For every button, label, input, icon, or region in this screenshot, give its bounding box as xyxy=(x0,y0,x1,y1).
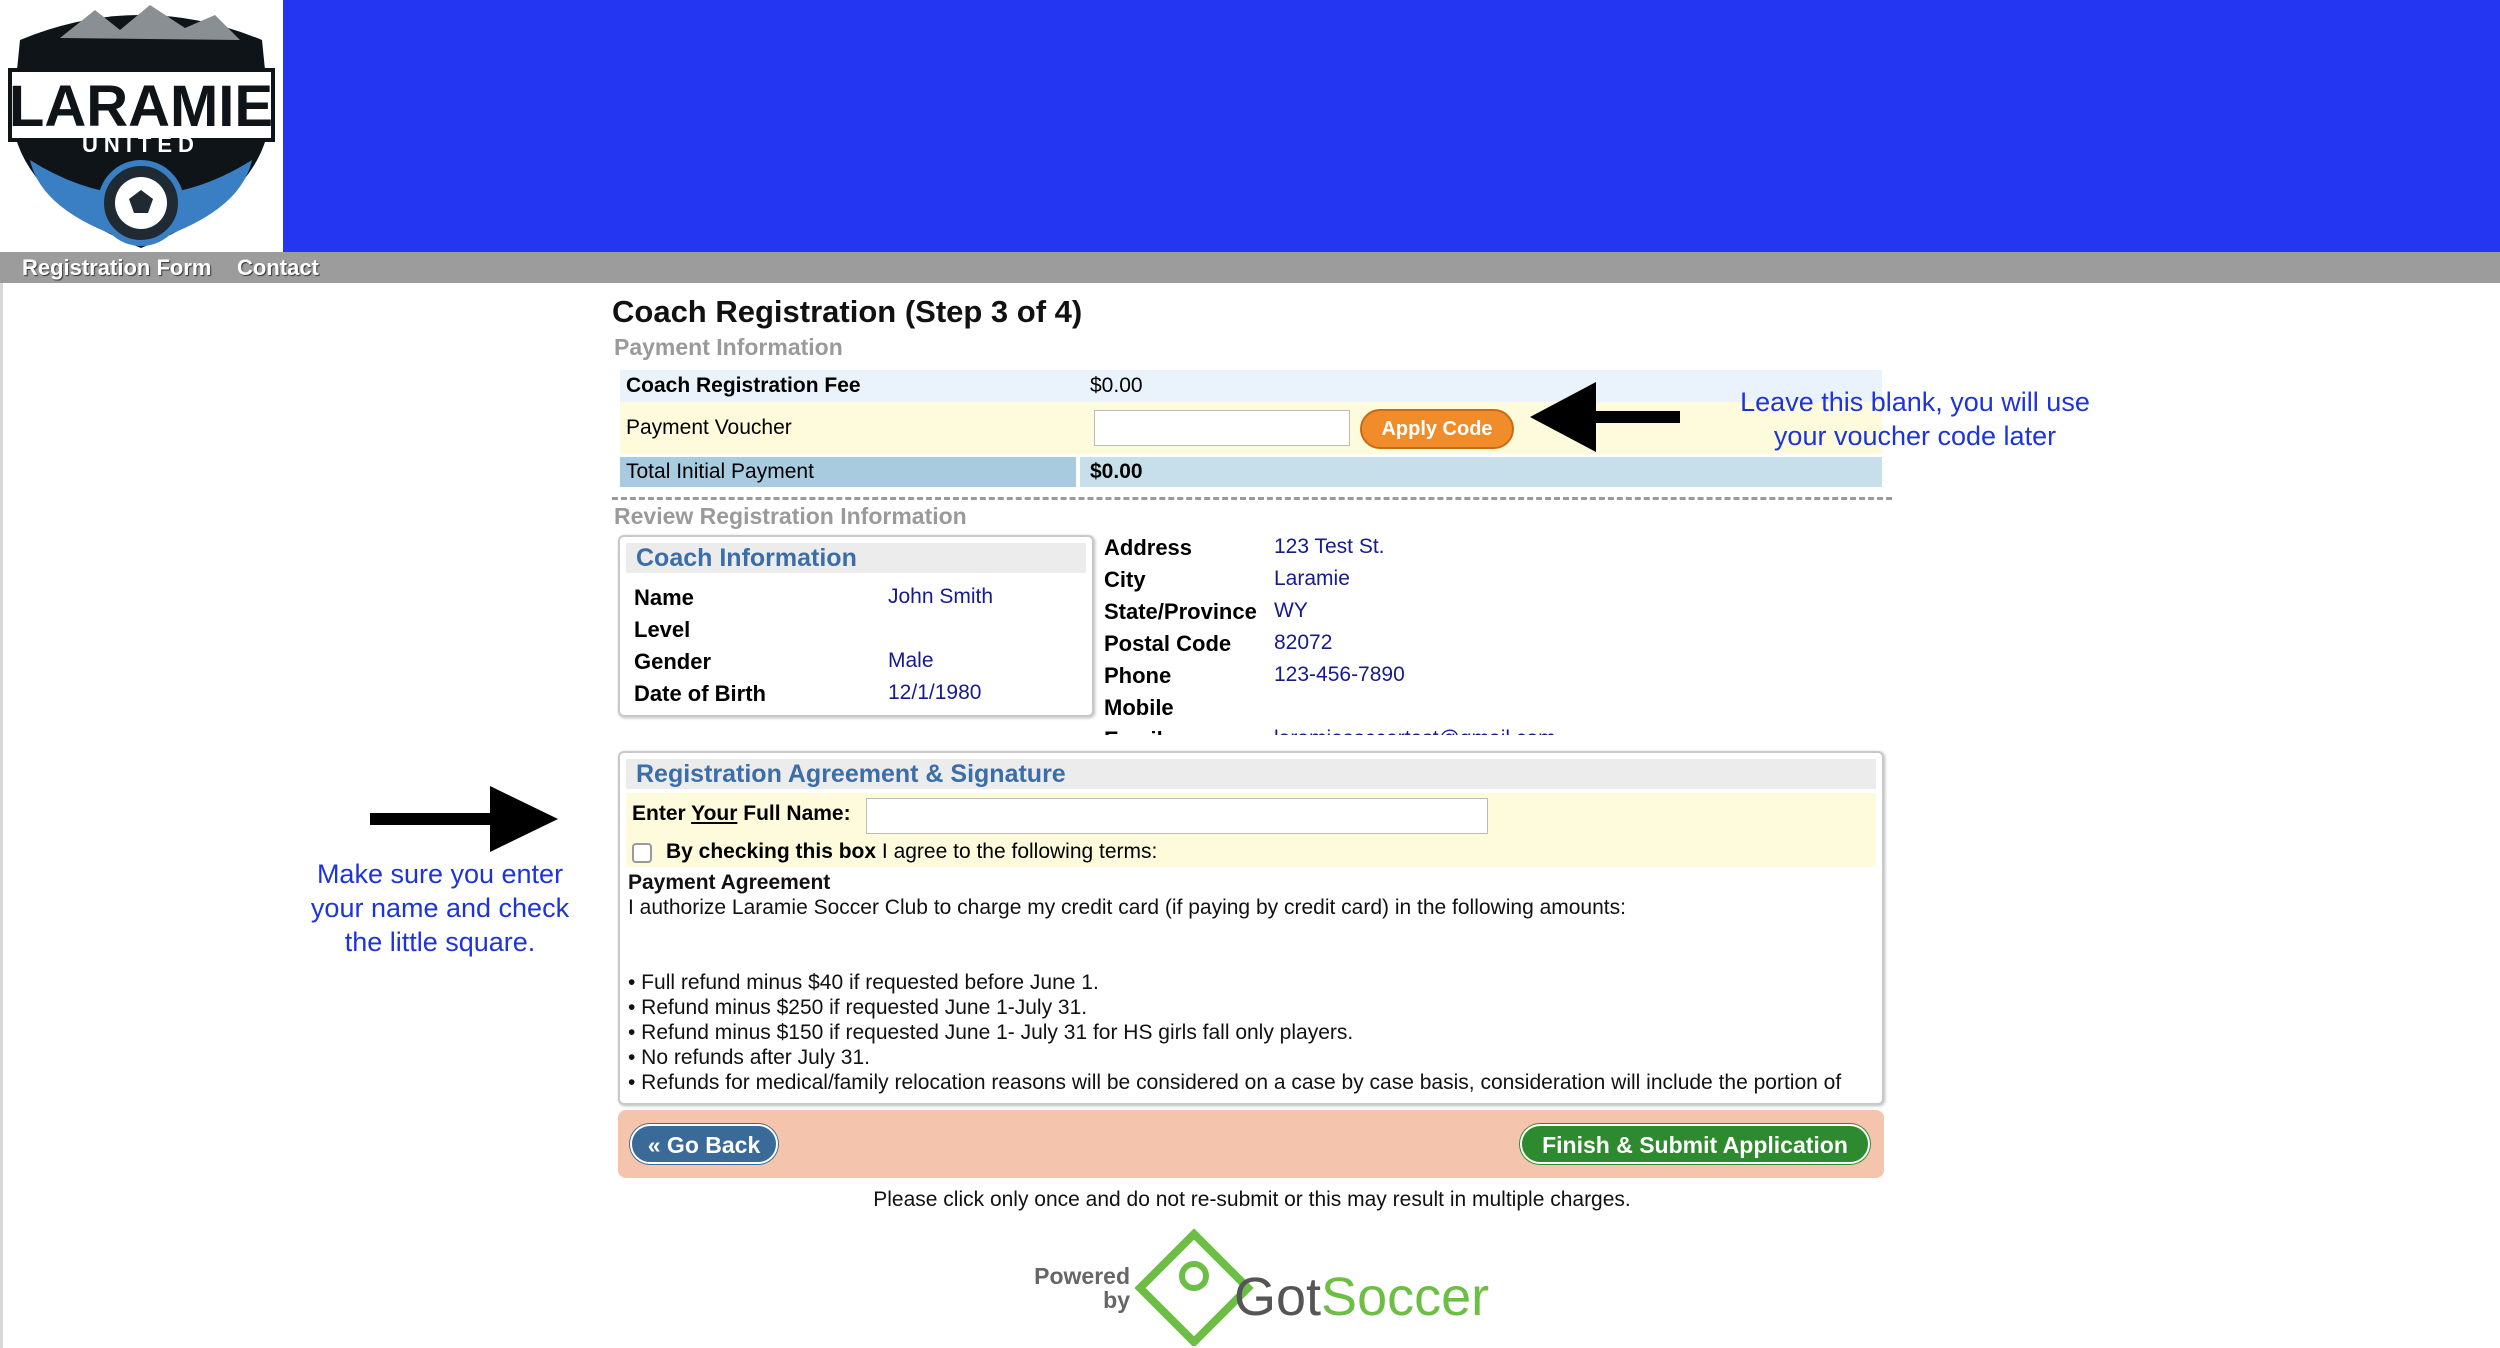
voucher-annotation: Leave this blank, you will use your vouc… xyxy=(1740,387,2090,451)
arrow-left-icon xyxy=(1530,382,1680,452)
page-title: Coach Registration (Step 3 of 4) xyxy=(612,294,1083,329)
section-divider xyxy=(612,497,1892,500)
coach-info-title: Coach Information xyxy=(626,543,1086,573)
apply-code-button[interactable]: Apply Code xyxy=(1360,409,1514,449)
email-label: Email xyxy=(1104,727,1163,735)
coach-name-label: Name xyxy=(634,585,694,610)
payment-agreement-text: I authorize Laramie Soccer Club to charg… xyxy=(628,896,1626,919)
voucher-row: Payment Voucher Apply Code xyxy=(620,402,1882,454)
full-name-label: Enter Your Full Name: xyxy=(632,802,851,825)
gotsoccer-wordmark: GotSoccer xyxy=(1234,1267,1490,1327)
phone-label: Phone xyxy=(1104,663,1172,688)
state-value: WY xyxy=(1274,599,1308,622)
top-nav: Registration Form Contact xyxy=(0,252,2500,283)
address-value: 123 Test St. xyxy=(1274,535,1385,558)
nav-registration-form[interactable]: Registration Form xyxy=(22,252,211,283)
submit-application-button[interactable]: Finish & Submit Application xyxy=(1520,1124,1870,1164)
term-item: • Refund minus $150 if requested June 1-… xyxy=(628,1021,1354,1044)
mobile-label: Mobile xyxy=(1104,695,1174,720)
fee-value: $0.00 xyxy=(1090,374,1143,397)
email-value: laramiesoccertest@gmail.com xyxy=(1274,727,1556,735)
full-name-row: Enter Your Full Name: xyxy=(626,793,1876,835)
coach-info-box: Coach Information Name John Smith Level … xyxy=(618,535,1094,717)
term-item: • Full refund minus $40 if requested bef… xyxy=(628,971,1099,994)
agree-checkbox-label[interactable]: By checking this box I agree to the foll… xyxy=(666,840,1157,864)
shield-logo-icon: LARAMIE UNITED xyxy=(8,5,275,248)
review-section-title: Review Registration Information xyxy=(614,503,967,529)
coach-gender-value: Male xyxy=(888,649,934,672)
voucher-input[interactable] xyxy=(1094,410,1350,446)
nav-contact[interactable]: Contact xyxy=(237,252,319,283)
arrow-right-icon xyxy=(370,786,558,852)
city-value: Laramie xyxy=(1274,567,1350,590)
contact-info: Address 123 Test St. City Laramie State/… xyxy=(1104,535,1804,735)
coach-dob-value: 12/1/1980 xyxy=(888,681,982,704)
agreement-title: Registration Agreement & Signature xyxy=(626,759,1876,789)
svg-text:UNITED: UNITED xyxy=(82,132,200,157)
coach-dob-label: Date of Birth xyxy=(634,681,766,706)
term-item: • Refund minus $250 if requested June 1-… xyxy=(628,996,1088,1019)
agreement-box[interactable]: Registration Agreement & Signature Enter… xyxy=(618,751,1884,1105)
action-bar: « Go Back Finish & Submit Application xyxy=(618,1110,1884,1178)
agree-checkbox[interactable] xyxy=(632,843,652,863)
term-item: • Refunds for medical/family relocation … xyxy=(628,1071,1842,1094)
agree-checkbox-row: By checking this box I agree to the foll… xyxy=(626,835,1876,867)
state-label: State/Province xyxy=(1104,599,1257,624)
address-label: Address xyxy=(1104,535,1193,560)
powered-by-label: Powered by xyxy=(1034,1263,1130,1313)
fee-row: Coach Registration Fee $0.00 xyxy=(620,370,1882,402)
city-label: City xyxy=(1104,567,1146,592)
term-item: • No refunds after July 31. xyxy=(628,1046,870,1069)
powered-by-gotsoccer[interactable]: Powered by GotSoccer xyxy=(1014,1228,1494,1348)
postal-code-value: 82072 xyxy=(1274,631,1333,654)
header-banner xyxy=(0,0,2500,252)
svg-text:LARAMIE: LARAMIE xyxy=(9,74,273,139)
full-name-input[interactable] xyxy=(866,798,1488,834)
club-logo[interactable]: LARAMIE UNITED xyxy=(0,0,283,252)
submit-warning: Please click only once and do not re-sub… xyxy=(873,1188,1631,1211)
total-row: Total Initial Payment $0.00 xyxy=(620,457,1882,487)
voucher-label: Payment Voucher xyxy=(626,416,792,439)
coach-gender-label: Gender xyxy=(634,649,712,674)
total-value-cell xyxy=(1080,457,1882,487)
phone-value: 123-456-7890 xyxy=(1274,663,1405,686)
fee-label: Coach Registration Fee xyxy=(626,374,861,397)
agreement-scrollbar[interactable] xyxy=(1870,793,1880,1093)
go-back-button[interactable]: « Go Back xyxy=(630,1124,778,1164)
coach-name-value: John Smith xyxy=(888,585,994,608)
name-annotation: Make sure you enter your name and check … xyxy=(310,859,570,957)
payment-agreement-title: Payment Agreement xyxy=(628,871,831,894)
total-value: $0.00 xyxy=(1090,460,1143,483)
page-left-border xyxy=(0,283,3,1348)
coach-level-label: Level xyxy=(634,617,691,642)
payment-section-title: Payment Information xyxy=(614,334,843,360)
total-label: Total Initial Payment xyxy=(626,460,814,483)
postal-code-label: Postal Code xyxy=(1104,631,1232,656)
